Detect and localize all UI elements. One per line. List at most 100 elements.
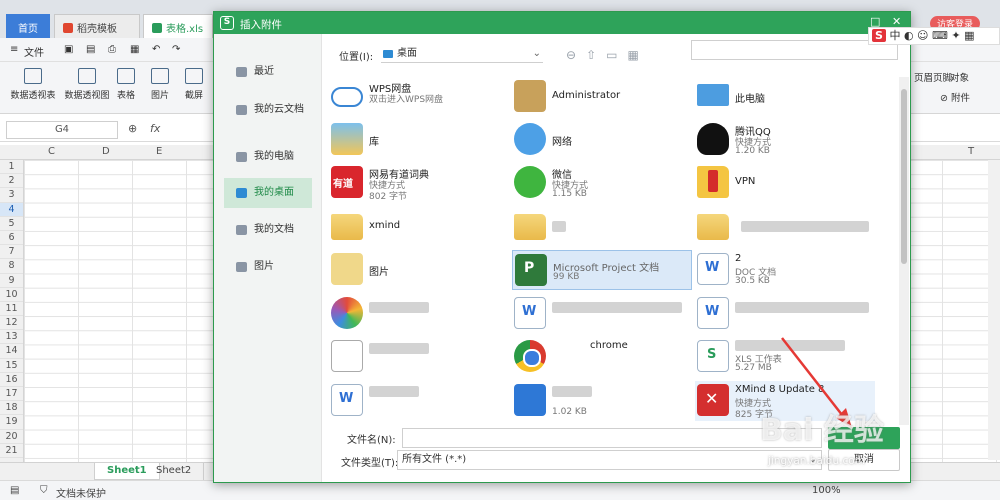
file-item[interactable] — [512, 207, 692, 247]
zoom-level[interactable]: 100% — [812, 485, 841, 496]
file-item[interactable]: XLS 工作表5.27 MB — [695, 337, 875, 377]
attachment-button[interactable]: ⊘ 附件 — [940, 90, 970, 104]
row-header-cell[interactable]: 11 — [0, 302, 23, 317]
row-header-cell[interactable]: 14 — [0, 344, 23, 359]
sidebar-item-my-documents[interactable]: 我的文档 — [224, 215, 312, 245]
print-icon[interactable]: ⎙ — [108, 44, 116, 55]
tab-spreadsheet-file[interactable]: 表格.xls — [143, 14, 213, 38]
new-folder-icon[interactable]: ▭ — [606, 48, 617, 62]
preview-icon[interactable]: ▦ — [130, 44, 139, 55]
search-input[interactable] — [691, 40, 898, 60]
row-header-cell[interactable]: 5 — [0, 217, 23, 231]
sidebar-item-cloud-docs[interactable]: 我的云文档 — [224, 95, 312, 125]
file-item-selected[interactable]: Microsoft Project 文档99 KB — [512, 250, 692, 290]
sheet-vertical-scrollbar[interactable] — [988, 160, 1000, 460]
row-header-cell[interactable]: 15 — [0, 359, 23, 373]
row-header-cell[interactable]: 8 — [0, 259, 23, 274]
xls-icon — [697, 340, 729, 372]
export-icon[interactable]: ▤ — [86, 44, 95, 55]
row-header-cell[interactable]: 7 — [0, 245, 23, 260]
column-header-c[interactable]: C — [48, 146, 55, 157]
blurred-name — [552, 386, 592, 397]
picture-button[interactable]: 图片 — [148, 68, 172, 101]
table-button[interactable]: 表格 — [114, 68, 138, 101]
up-folder-icon[interactable]: ⇧ — [586, 48, 596, 62]
row-header-cell[interactable]: 6 — [0, 231, 23, 246]
redo-icon[interactable]: ↷ — [172, 44, 180, 55]
row-header-cell[interactable]: 12 — [0, 316, 23, 331]
file-item[interactable] — [695, 207, 875, 247]
filename-input[interactable] — [402, 428, 822, 448]
tab-home[interactable]: 首页 — [6, 14, 50, 38]
file-item[interactable]: 1.02 KB — [512, 381, 692, 421]
row-header-cell[interactable]: 2 — [0, 174, 23, 189]
file-item[interactable] — [329, 294, 509, 334]
file-item[interactable]: 网易有道词典快捷方式802 字节 — [329, 163, 509, 203]
name-box[interactable]: G4 — [6, 121, 118, 139]
hamburger-icon[interactable]: ≡ — [10, 44, 18, 55]
row-header-cell[interactable]: 18 — [0, 401, 23, 416]
file-item[interactable]: WPS网盘 双击进入WPS网盘 — [329, 77, 509, 117]
file-item[interactable] — [329, 381, 509, 421]
pivot-chart-button[interactable]: 数据透视图 — [62, 68, 112, 101]
column-header-d[interactable]: D — [102, 146, 110, 157]
row-header-cell[interactable]: 3 — [0, 188, 23, 203]
file-item[interactable]: Administrator — [512, 77, 692, 117]
location-select[interactable]: 桌面 ⌄ — [381, 45, 543, 63]
row-header-cell[interactable]: 13 — [0, 330, 23, 345]
file-item[interactable]: xmind — [329, 207, 509, 247]
row-header-cell[interactable]: 20 — [0, 430, 23, 444]
sidebar-item-pictures[interactable]: 图片 — [224, 252, 312, 282]
file-item[interactable]: 此电脑 — [695, 77, 875, 117]
tab-templates[interactable]: 稻壳模板 — [54, 14, 140, 38]
row-header-cell[interactable]: 10 — [0, 288, 23, 302]
row-header-cell[interactable]: 4 — [0, 202, 23, 217]
file-list: WPS网盘 双击进入WPS网盘 Administrator 此电脑 库 网络 腾讯… — [329, 77, 899, 427]
sheet-tab-sheet2[interactable]: Sheet2 — [144, 463, 205, 480]
zoom-icon[interactable]: ⊕ — [128, 122, 137, 135]
menu-file[interactable]: 文件 — [24, 44, 44, 59]
row-header-cell[interactable]: 19 — [0, 415, 23, 430]
file-item[interactable]: 腾讯QQ 快捷方式 1.20 KB — [695, 120, 875, 160]
file-item[interactable] — [695, 294, 875, 334]
screenshot-button[interactable]: 截屏 — [182, 68, 206, 101]
sidebar-item-recent[interactable]: 最近 — [224, 57, 312, 87]
row-header-cell[interactable]: 21 — [0, 444, 23, 458]
file-item[interactable]: 2DOC 文档30.5 KB — [695, 250, 875, 290]
view-mode-icon[interactable]: ▦ — [627, 48, 638, 62]
baidu-watermark: Bai 经验 — [760, 413, 884, 448]
sidebar-item-my-computer[interactable]: 我的电脑 — [224, 142, 312, 172]
column-header-e[interactable]: E — [156, 146, 162, 157]
file-item[interactable]: chrome — [512, 337, 692, 377]
file-item[interactable]: 库 — [329, 120, 509, 160]
file-size: 99 KB — [553, 272, 580, 282]
file-item[interactable]: VPN — [695, 163, 875, 203]
row-header-cell[interactable]: 1 — [0, 160, 23, 175]
file-list-scrollbar[interactable] — [899, 77, 909, 425]
folder-icon — [514, 214, 546, 240]
back-icon[interactable]: ⊖ — [566, 48, 576, 62]
save-icon[interactable]: ▣ — [64, 44, 73, 55]
sidebar-item-label: 我的云文档 — [254, 104, 304, 115]
fx-button[interactable]: fx — [150, 122, 160, 135]
row-header-cell[interactable]: 17 — [0, 387, 23, 402]
header-footer-button[interactable]: 页眉页脚 — [914, 70, 952, 84]
sidebar-item-label: 最近 — [254, 66, 274, 77]
column-header-t[interactable]: T — [968, 146, 974, 157]
row-header-cell[interactable]: 16 — [0, 373, 23, 387]
file-item[interactable] — [512, 294, 692, 334]
undo-icon[interactable]: ↶ — [152, 44, 160, 55]
file-item[interactable] — [329, 337, 509, 377]
file-item[interactable]: 网络 — [512, 120, 692, 160]
object-button[interactable]: 对象 — [950, 70, 969, 84]
row-header-cell[interactable]: 9 — [0, 274, 23, 288]
file-item[interactable]: 微信 快捷方式 1.15 KB — [512, 163, 692, 203]
sidebar-item-desktop[interactable]: 我的桌面 — [224, 178, 312, 208]
doc-icon — [514, 297, 546, 329]
pivot-table-button[interactable]: 数据透视表 — [8, 68, 58, 101]
scrollbar-thumb[interactable] — [901, 89, 907, 264]
ime-toolbar[interactable]: S 中 ◐ ☺ ⌨ ✦ ▦ — [868, 27, 1000, 45]
file-item[interactable]: 图片 — [329, 250, 509, 290]
picture-label: 图片 — [150, 91, 169, 101]
filetype-select[interactable]: 所有文件 (*.*) ⌄ — [397, 450, 822, 470]
